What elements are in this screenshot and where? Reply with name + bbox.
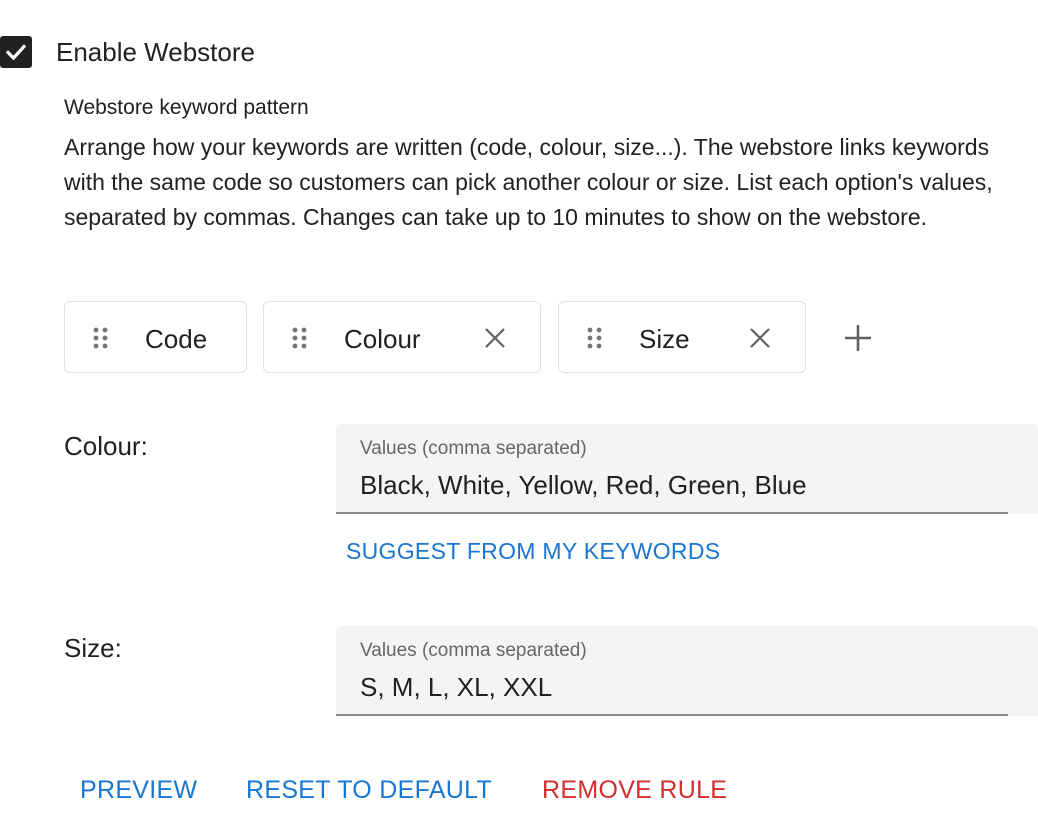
chip-label: Size — [639, 324, 690, 354]
enable-webstore-row[interactable]: Enable Webstore — [0, 34, 255, 70]
section-help-text: Arrange how your keywords are written (c… — [64, 134, 993, 230]
size-values-input[interactable] — [360, 672, 1000, 703]
chip-label: Colour — [344, 324, 421, 354]
add-option-button[interactable] — [842, 322, 874, 354]
colour-option-label: Colour: — [64, 431, 148, 461]
enable-webstore-checkbox[interactable] — [0, 36, 32, 68]
preview-button[interactable]: PREVIEW — [80, 776, 197, 805]
enable-webstore-label: Enable Webstore — [56, 36, 255, 67]
colour-values-field[interactable]: Values (comma separated) — [336, 424, 1038, 514]
checkmark-icon — [5, 44, 27, 61]
section-title: Webstore keyword pattern — [64, 96, 309, 119]
drag-handle-icon[interactable] — [292, 327, 308, 349]
close-icon[interactable] — [749, 327, 771, 349]
field-underline — [336, 714, 1008, 716]
size-option-label: Size: — [64, 633, 122, 663]
field-label: Values (comma separated) — [360, 438, 587, 459]
chip-code[interactable]: Code — [64, 301, 247, 373]
reset-to-default-button[interactable]: RESET TO DEFAULT — [246, 776, 492, 805]
remove-rule-button[interactable]: REMOVE RULE — [542, 776, 727, 805]
drag-handle-icon[interactable] — [93, 327, 109, 349]
chip-colour[interactable]: Colour — [263, 301, 541, 373]
chip-size[interactable]: Size — [558, 301, 806, 373]
keyword-pattern-description: Webstore keyword pattern Arrange how you… — [64, 94, 1034, 235]
field-underline — [336, 512, 1008, 514]
field-label: Values (comma separated) — [360, 640, 587, 661]
suggest-from-keywords-button[interactable]: SUGGEST FROM MY KEYWORDS — [346, 538, 720, 565]
drag-handle-icon[interactable] — [587, 327, 603, 349]
close-icon[interactable] — [484, 327, 506, 349]
size-values-field[interactable]: Values (comma separated) — [336, 626, 1038, 716]
colour-values-input[interactable] — [360, 470, 1000, 501]
chip-label: Code — [145, 324, 208, 354]
